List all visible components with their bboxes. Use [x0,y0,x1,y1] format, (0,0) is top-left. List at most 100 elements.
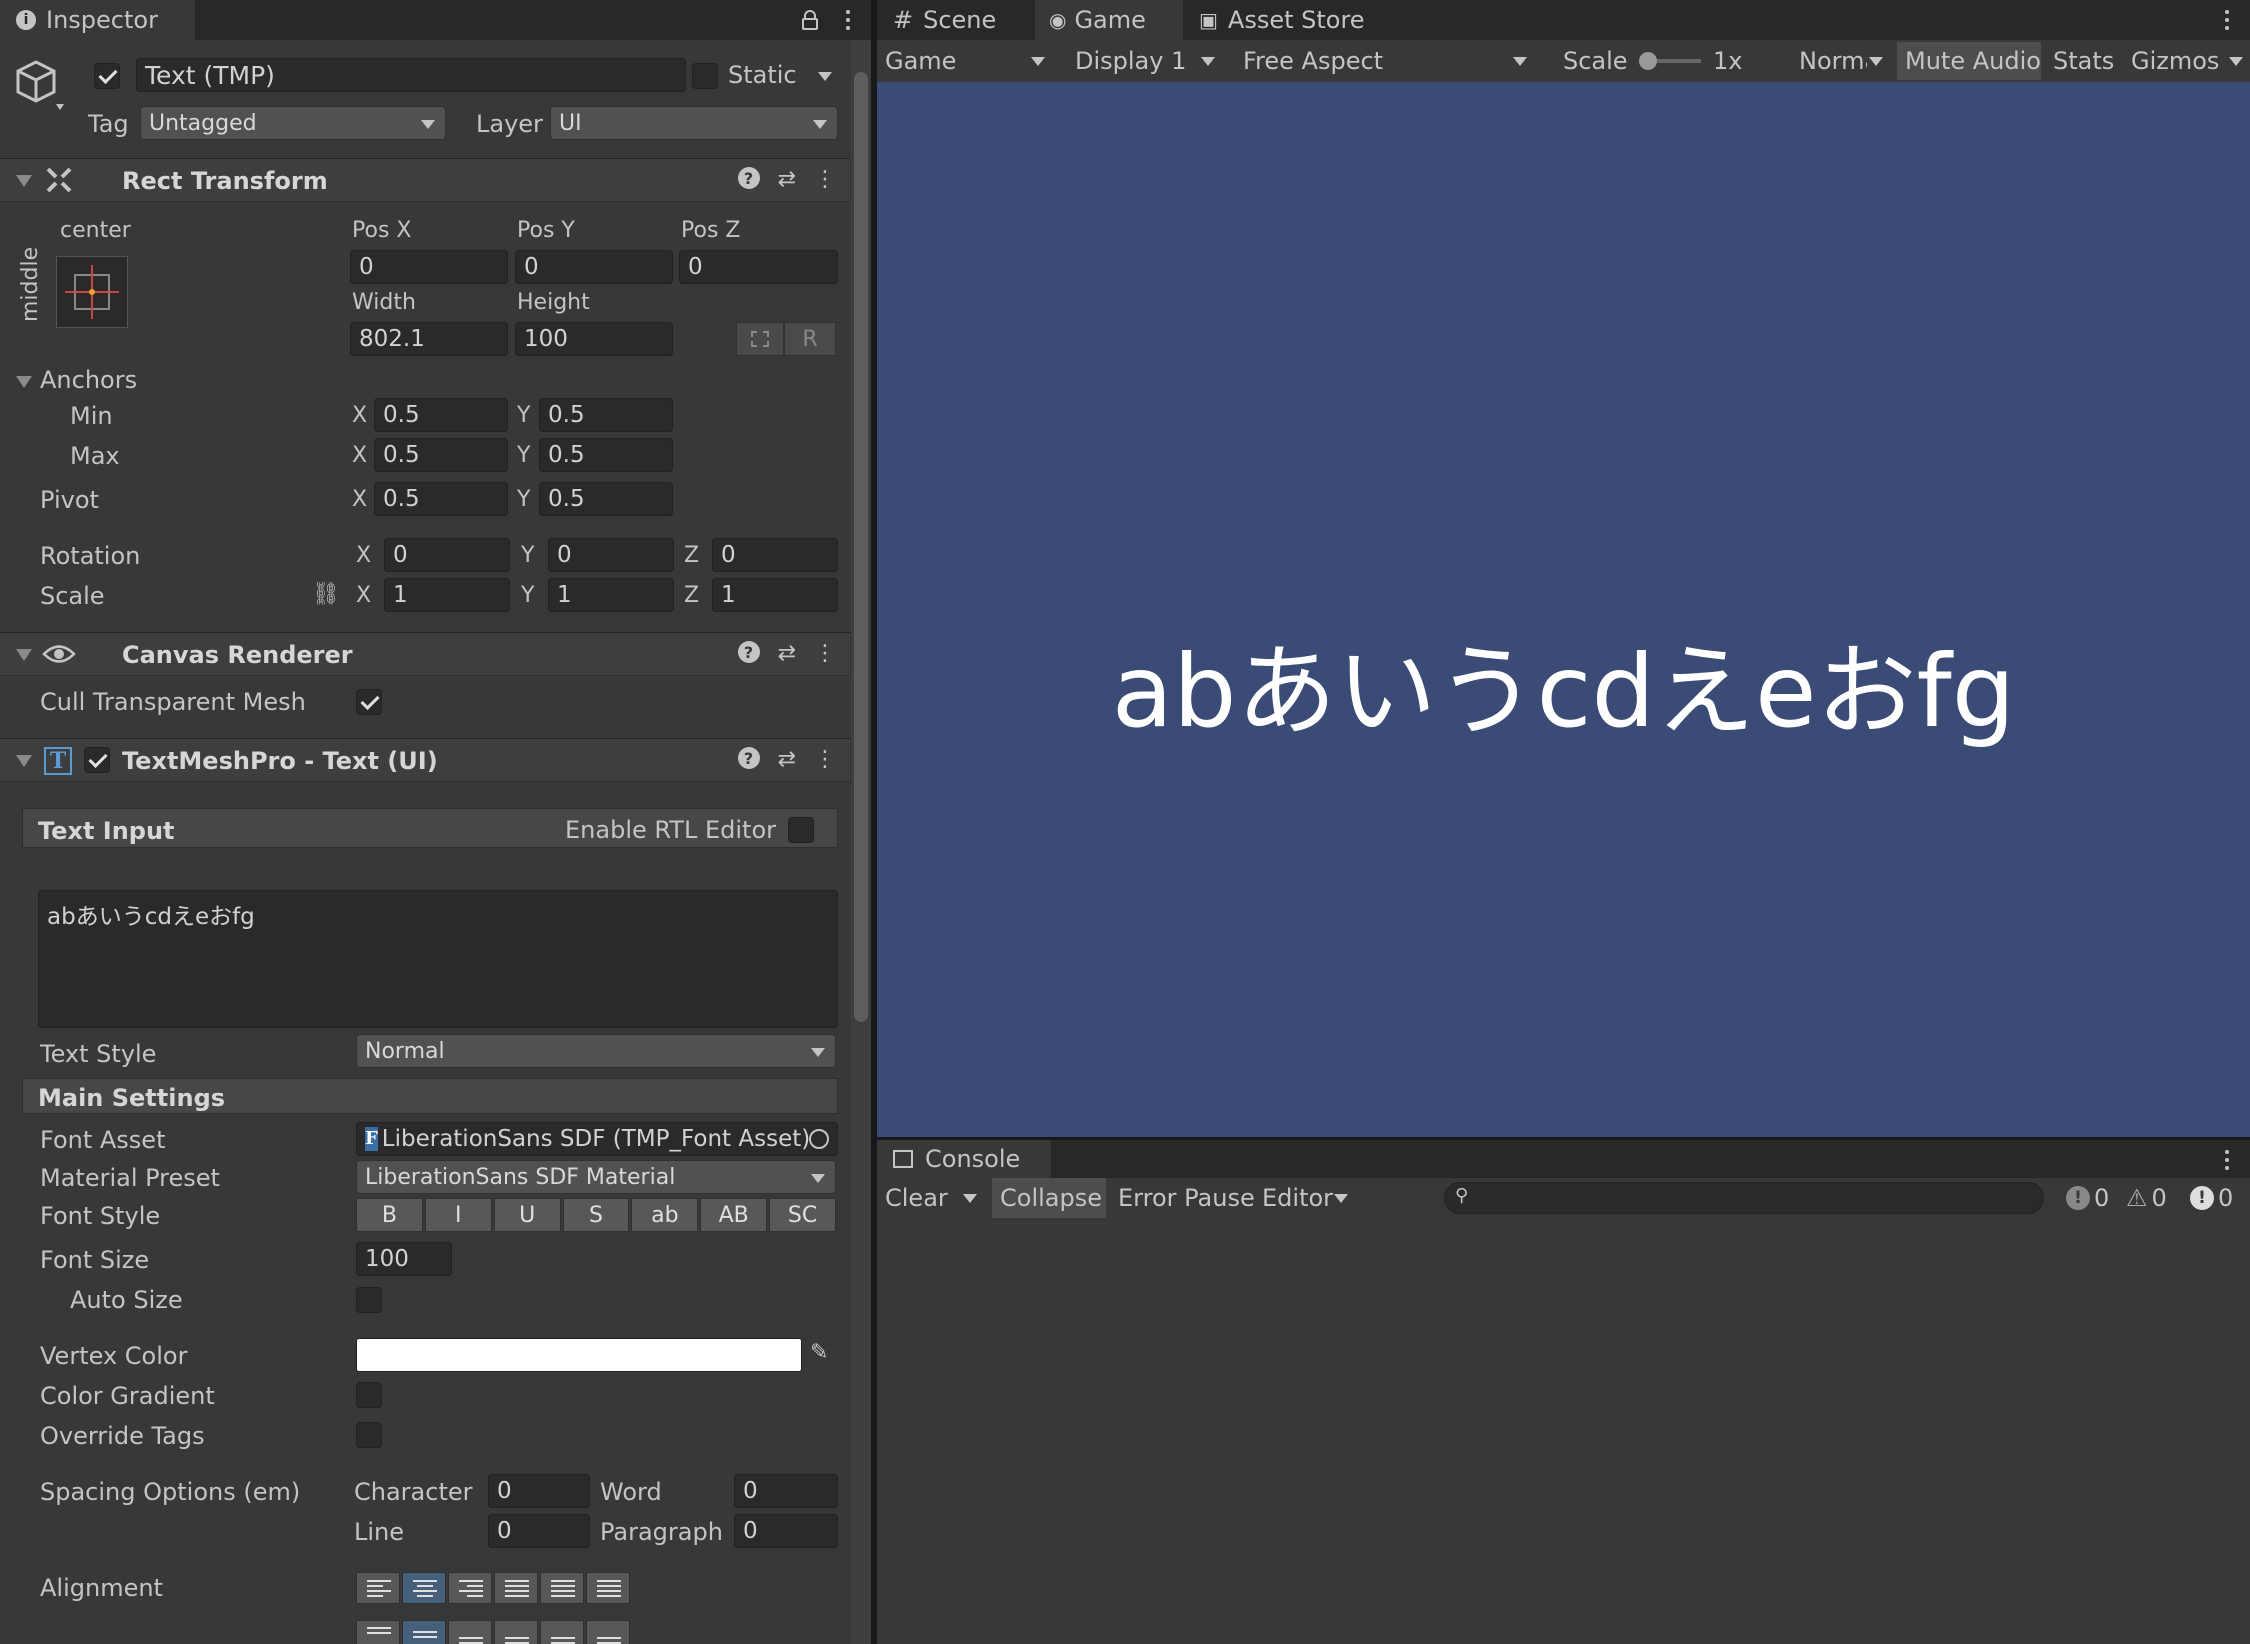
font-style-button[interactable]: ab [631,1198,699,1232]
inspector-scrollbar-thumb[interactable] [854,72,868,1022]
preset-icon[interactable]: ⇄ [778,167,796,192]
character-spacing-field[interactable]: 0 [488,1474,590,1508]
component-menu-icon[interactable]: ⋮ [814,641,836,666]
constrain-proportions-icon[interactable]: ⛓ [312,582,340,607]
font-asset-field[interactable]: F LiberationSans SDF (TMP_Font Asset) [356,1122,838,1156]
game-view-dropdown[interactable]: Game [877,42,1055,80]
gizmos-button[interactable]: Gizmos [2123,42,2219,80]
tab-console[interactable]: Console [877,1140,1051,1178]
align-right-button[interactable] [448,1572,492,1604]
align-capline-button[interactable] [586,1620,630,1644]
eyedropper-icon[interactable]: ✎ [810,1340,828,1365]
align-bottom-button[interactable] [448,1620,492,1644]
tab-inspector[interactable]: i Inspector [0,0,195,40]
component-menu-icon[interactable]: ⋮ [814,167,836,192]
fold-arrow-icon[interactable] [16,649,32,661]
anchor-min-x-field[interactable]: 0.5 [374,398,508,432]
pivot-x-field[interactable]: 0.5 [374,482,508,516]
gizmos-dropdown-arrow[interactable] [2229,57,2243,66]
object-picker-icon[interactable] [809,1129,829,1149]
console-search-input[interactable]: ⚲ [1444,1182,2044,1214]
clear-button[interactable]: Clear [877,1178,987,1218]
help-icon[interactable]: ? [737,167,760,189]
align-flush-button[interactable] [540,1572,584,1604]
static-checkbox[interactable] [692,63,718,89]
blueprint-mode-button[interactable] [736,322,784,356]
align-left-button[interactable] [356,1572,400,1604]
help-icon[interactable]: ? [737,641,760,663]
error-count-button[interactable]: ! 0 [2182,1178,2244,1218]
align-middle-button[interactable] [402,1620,446,1644]
fold-arrow-icon[interactable] [16,755,32,767]
help-icon[interactable]: ? [737,747,760,769]
preset-icon[interactable]: ⇄ [778,747,796,772]
tab-game[interactable]: ◉ Game [1035,0,1183,40]
textmeshpro-enabled-checkbox[interactable] [84,747,110,773]
editor-dropdown[interactable]: Editor [1254,1178,1358,1218]
collapse-button[interactable]: Collapse [992,1178,1106,1218]
rotation-x-field[interactable]: 0 [384,538,510,572]
override-tags-checkbox[interactable] [356,1422,382,1448]
align-baseline-button[interactable] [494,1620,538,1644]
font-style-button[interactable]: U [493,1198,561,1232]
align-justified-button[interactable] [494,1572,538,1604]
mute-audio-button[interactable]: Mute Audio [1897,42,2041,80]
layer-dropdown[interactable]: UI [550,106,838,140]
pos-z-field[interactable]: 0 [679,250,838,284]
static-dropdown-arrow[interactable] [818,72,832,81]
font-style-button[interactable]: S [562,1198,630,1232]
stats-button[interactable]: Stats [2045,42,2121,80]
font-style-button[interactable]: I [424,1198,492,1232]
scale-x-field[interactable]: 1 [384,578,510,612]
rotation-y-field[interactable]: 0 [548,538,674,572]
anchors-fold-icon[interactable] [16,376,32,388]
console-menu-icon[interactable] [2225,1150,2229,1170]
playmode-dropdown[interactable]: Normal [1791,42,1893,80]
align-top-button[interactable] [356,1620,400,1644]
scale-y-field[interactable]: 1 [548,578,674,612]
info-count-button[interactable]: ! 0 [2058,1178,2112,1218]
lock-icon[interactable] [802,10,818,30]
textmeshpro-header[interactable]: T TextMeshPro - Text (UI) ? ⇄ ⋮ [0,738,850,782]
line-spacing-field[interactable]: 0 [488,1514,590,1548]
text-style-dropdown[interactable]: Normal [356,1034,836,1068]
anchor-max-x-field[interactable]: 0.5 [374,438,508,472]
align-center-button[interactable] [402,1572,446,1604]
font-style-button[interactable]: AB [700,1198,768,1232]
align-midline-button[interactable] [540,1620,584,1644]
warning-count-button[interactable]: ⚠ 0 [2118,1178,2174,1218]
display-dropdown[interactable]: Display 1 [1067,42,1225,80]
text-input-area[interactable]: abあいうcdえeおfg [38,890,838,1028]
object-active-checkbox[interactable] [94,63,120,89]
font-size-field[interactable]: 100 [356,1242,452,1276]
pivot-y-field[interactable]: 0.5 [539,482,673,516]
fold-arrow-icon[interactable] [16,175,32,187]
word-spacing-field[interactable]: 0 [734,1474,838,1508]
rect-transform-header[interactable]: Rect Transform ? ⇄ ⋮ [0,158,850,202]
scale-z-field[interactable]: 1 [712,578,838,612]
height-field[interactable]: 100 [515,322,673,356]
auto-size-checkbox[interactable] [356,1287,382,1313]
anchor-max-y-field[interactable]: 0.5 [539,438,673,472]
game-menu-icon[interactable] [2225,10,2229,30]
enable-rtl-checkbox[interactable] [788,817,814,843]
material-preset-dropdown[interactable]: LiberationSans SDF Material [356,1160,836,1194]
pos-y-field[interactable]: 0 [515,250,673,284]
scale-slider-thumb[interactable] [1639,52,1657,70]
rotation-z-field[interactable]: 0 [712,538,838,572]
tag-dropdown[interactable]: Untagged [140,106,446,140]
game-viewport[interactable]: abあいうcdえeおfg [877,82,2250,1137]
color-gradient-checkbox[interactable] [356,1382,382,1408]
inspector-menu-icon[interactable] [846,10,850,30]
canvas-renderer-header[interactable]: Canvas Renderer ? ⇄ ⋮ [0,632,850,676]
object-name-field[interactable]: Text (TMP) [136,58,686,92]
raw-edit-button[interactable]: R [784,322,836,356]
error-pause-button[interactable]: Error Pause [1110,1178,1255,1218]
vertex-color-swatch[interactable] [356,1338,802,1372]
font-style-button[interactable]: B [356,1198,423,1232]
pos-x-field[interactable]: 0 [350,250,508,284]
tab-scene[interactable]: # Scene [877,0,1035,40]
font-style-button[interactable]: SC [769,1198,836,1232]
width-field[interactable]: 802.1 [350,322,508,356]
preset-icon[interactable]: ⇄ [778,641,796,666]
